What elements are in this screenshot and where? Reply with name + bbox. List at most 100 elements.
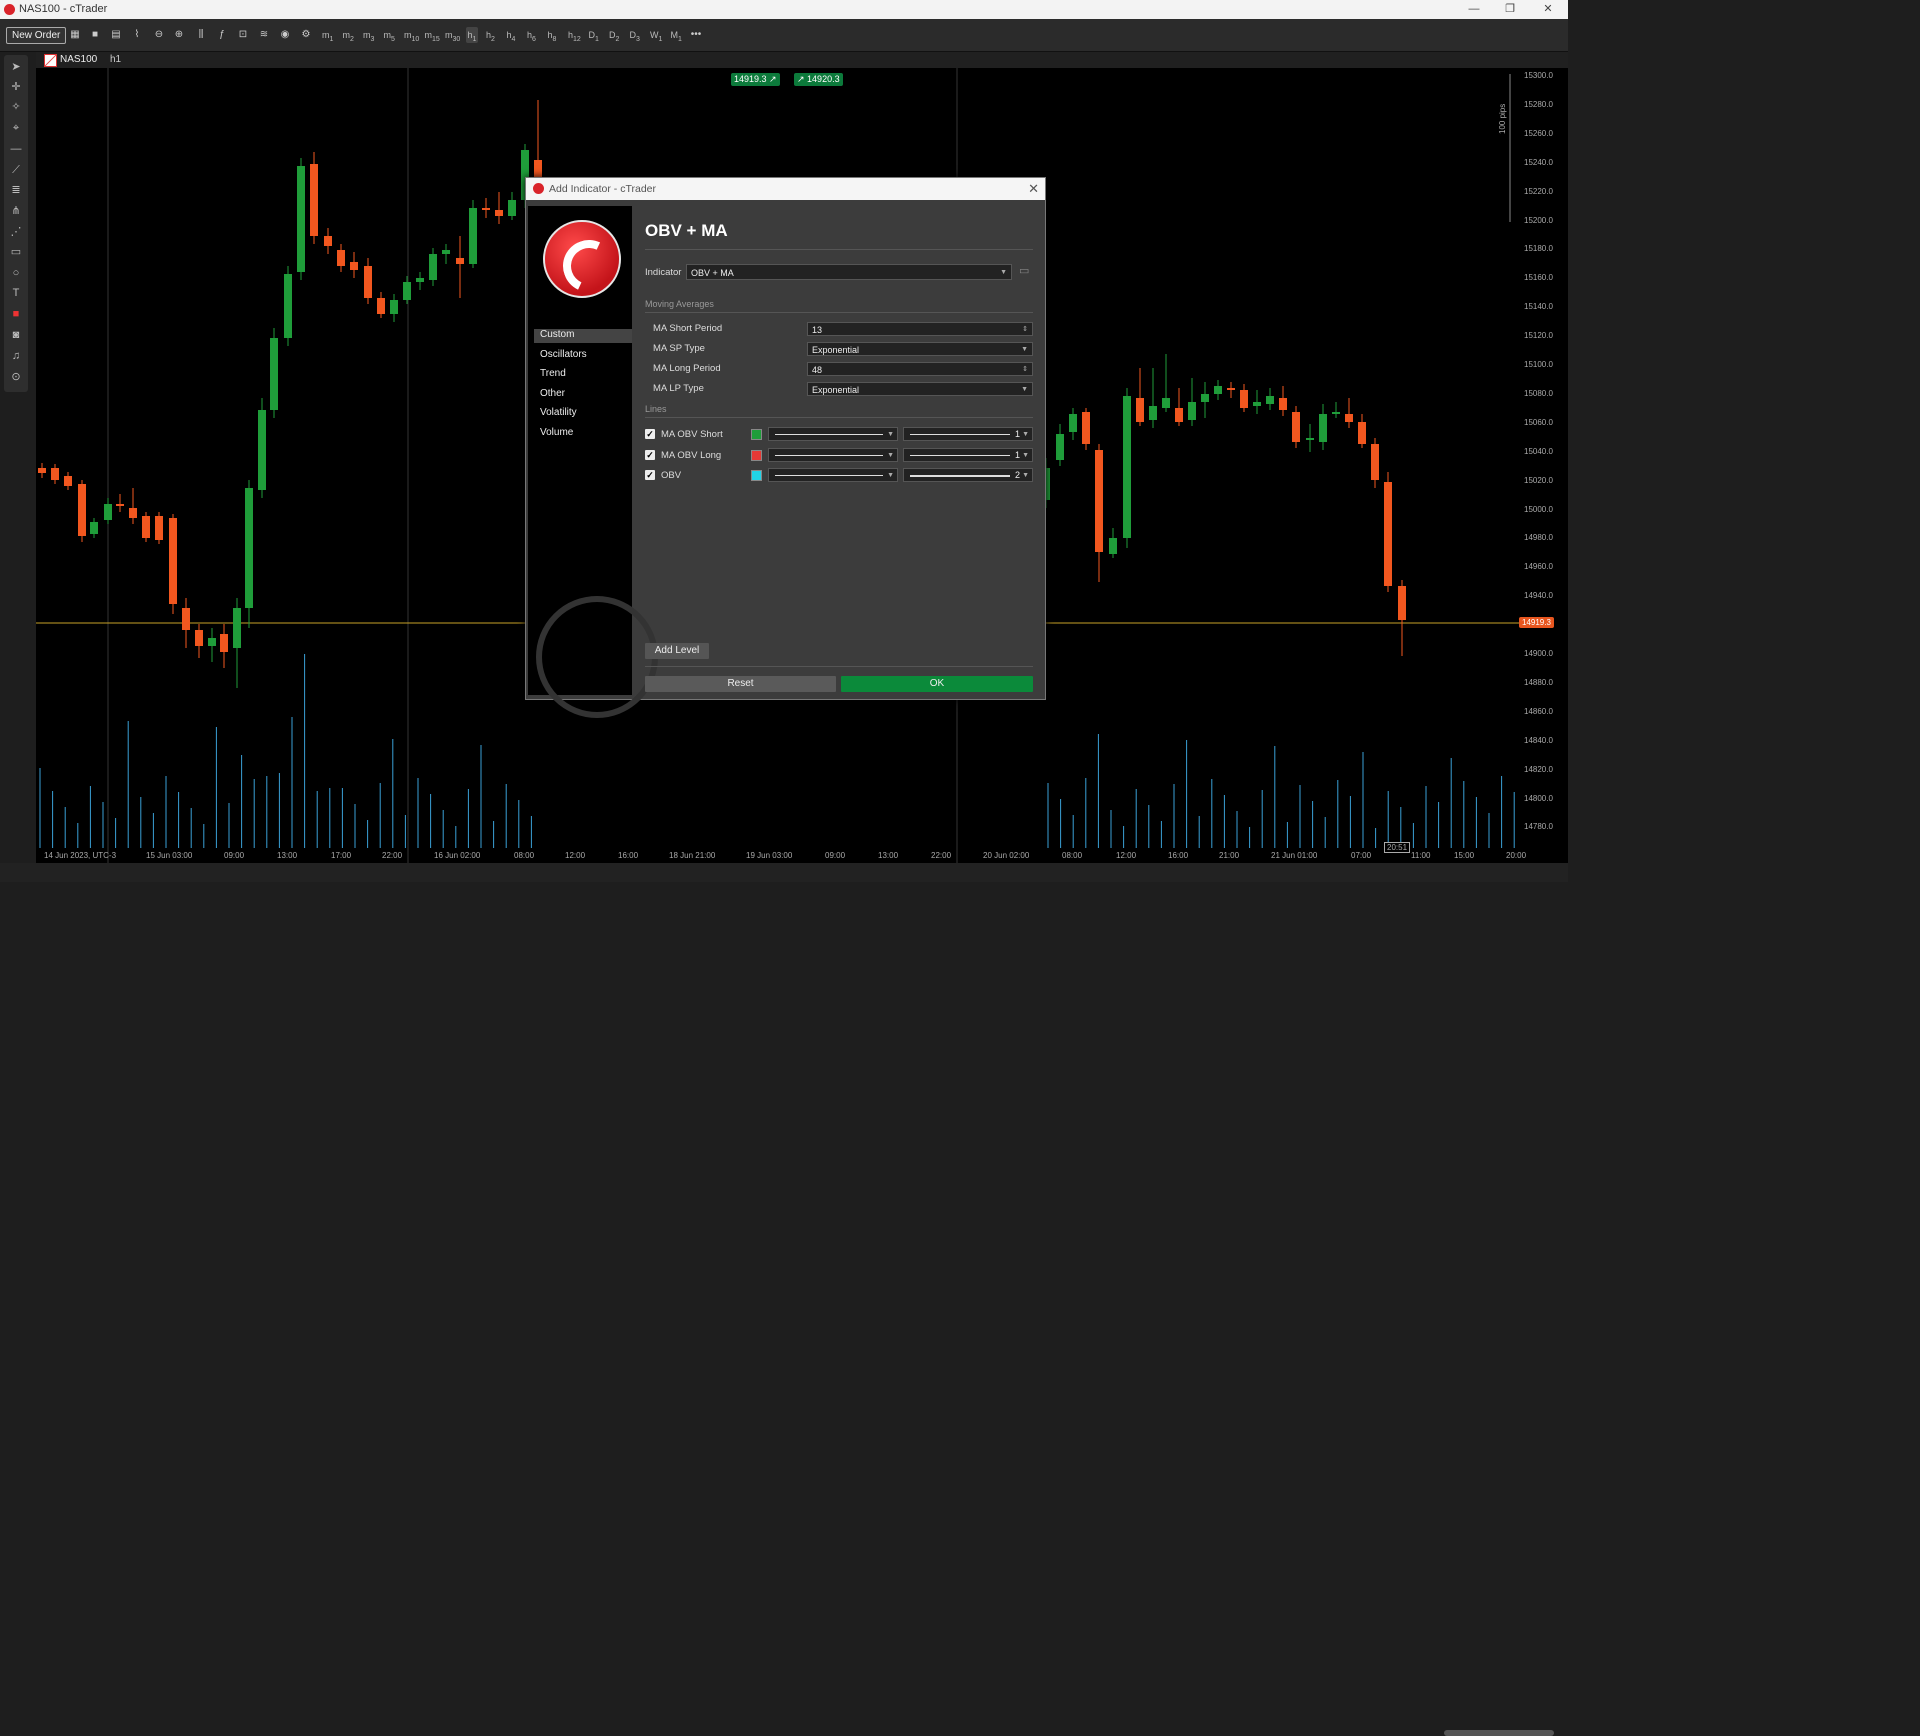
line-color-swatch[interactable] bbox=[751, 429, 762, 440]
horizontal-line-icon[interactable]: — bbox=[4, 140, 28, 158]
param-select[interactable]: Exponential ▼ bbox=[807, 342, 1033, 356]
color-icon[interactable]: ■ bbox=[4, 305, 28, 323]
timeframe-h8[interactable]: h8 bbox=[548, 27, 557, 43]
time-axis[interactable]: 14 Jun 2023, UTC-3 15 Jun 03:00 09:00 13:00… bbox=[36, 842, 1546, 863]
param-number-input[interactable]: 13 ⇕ bbox=[807, 322, 1033, 336]
timeframe-D1[interactable]: D1 bbox=[589, 27, 599, 43]
line-style-select[interactable]: ▼ bbox=[768, 447, 898, 462]
bid-price-tag[interactable]: 14919.3 ↗ bbox=[731, 73, 780, 86]
timeframe-m3[interactable]: m3 bbox=[363, 27, 374, 43]
fibonacci-icon[interactable]: ≣ bbox=[4, 181, 28, 199]
video-help-icon[interactable]: ▭ bbox=[1019, 264, 1029, 277]
camera-icon[interactable]: ◙ bbox=[4, 326, 28, 344]
multi-chart-icon[interactable]: ▤ bbox=[108, 27, 124, 43]
chart-type-icon[interactable]: ⌇ bbox=[129, 27, 145, 43]
timeframe-m1[interactable]: m1 bbox=[322, 27, 333, 43]
category-volatility[interactable]: Volatility bbox=[540, 407, 577, 421]
candle-body bbox=[116, 504, 124, 506]
timeframe-h12[interactable]: h12 bbox=[568, 27, 581, 43]
dialog-titlebar[interactable]: Add Indicator - cTrader ✕ bbox=[526, 178, 1045, 200]
category-other[interactable]: Other bbox=[540, 388, 565, 402]
line-style-preview bbox=[775, 454, 883, 456]
pattern-icon[interactable]: ⋰ bbox=[4, 223, 28, 241]
timeframe-h4[interactable]: h4 bbox=[507, 27, 516, 43]
category-custom[interactable]: Custom bbox=[534, 329, 632, 343]
candles-icon[interactable]: ⫼ bbox=[193, 27, 209, 43]
line-thickness-select[interactable]: 2 ▼ bbox=[903, 468, 1033, 482]
indicator-select[interactable]: OBV + MA ▼ bbox=[686, 264, 1012, 280]
timeframe-h1[interactable]: h1 bbox=[465, 27, 479, 43]
settings-chart-icon[interactable]: ⚙ bbox=[298, 27, 314, 43]
timeframe-D2[interactable]: D2 bbox=[609, 27, 619, 43]
line-visible-checkbox[interactable]: ✓ bbox=[645, 429, 655, 439]
crosshair-icon[interactable]: ✛ bbox=[4, 78, 28, 96]
chart-timeframe-selector[interactable]: h1 bbox=[110, 54, 121, 65]
dialog-close-button[interactable]: ✕ bbox=[1028, 181, 1039, 197]
line-thickness-select[interactable]: 1 ▼ bbox=[903, 427, 1033, 441]
alert-bell-icon[interactable]: ♫ bbox=[4, 347, 28, 365]
price-axis[interactable]: 15300.0 15280.0 15260.0 15240.0 15220.0 15200… bbox=[1522, 68, 1568, 863]
bottom-scrollbar[interactable] bbox=[0, 863, 1568, 1736]
reset-button[interactable]: Reset bbox=[645, 676, 836, 692]
timeframe-M1[interactable]: M1 bbox=[671, 27, 682, 43]
timeframe-D3[interactable]: D3 bbox=[630, 27, 640, 43]
layout-grid-icon[interactable]: ▦ bbox=[67, 27, 83, 43]
automate-icon[interactable]: ⊡ bbox=[235, 27, 251, 43]
param-label: MA SP Type bbox=[653, 343, 705, 354]
ask-price-tag[interactable]: ↗ 14920.3 bbox=[794, 73, 843, 86]
single-chart-icon[interactable]: ■ bbox=[87, 27, 103, 43]
timeframe-m15[interactable]: m15 bbox=[425, 27, 440, 43]
timeframe-W1[interactable]: W1 bbox=[650, 27, 662, 43]
line-style-select[interactable]: ▼ bbox=[768, 427, 898, 441]
category-trend[interactable]: Trend bbox=[540, 368, 566, 382]
minimize-button[interactable]: — bbox=[1466, 2, 1482, 16]
param-select[interactable]: Exponential ▼ bbox=[807, 382, 1033, 396]
line-color-swatch[interactable] bbox=[751, 449, 762, 461]
trend-line-icon[interactable]: ⟋ bbox=[4, 161, 28, 179]
ellipse-icon[interactable]: ○ bbox=[4, 264, 28, 282]
line-thickness-select[interactable]: 1 ▼ bbox=[903, 447, 1033, 462]
pitchfork-icon[interactable]: ⋔ bbox=[4, 202, 28, 220]
zoom-in-icon[interactable]: ⊕ bbox=[171, 27, 187, 43]
text-icon[interactable]: T bbox=[4, 284, 28, 302]
line-visible-checkbox[interactable]: ✓ bbox=[645, 449, 655, 460]
spinner-arrows-icon[interactable]: ⇕ bbox=[1022, 323, 1028, 337]
measure-icon[interactable]: ⌖ bbox=[4, 119, 28, 137]
timeframe-m30[interactable]: m30 bbox=[445, 27, 460, 43]
divider bbox=[645, 312, 1033, 313]
line-color-swatch[interactable] bbox=[751, 470, 762, 481]
timeframe-sub: 4 bbox=[511, 35, 516, 43]
line-style-select[interactable]: ▼ bbox=[768, 468, 898, 482]
cursor-icon[interactable]: ➤ bbox=[4, 58, 28, 76]
category-volume[interactable]: Volume bbox=[540, 427, 573, 441]
layers-icon[interactable]: ≋ bbox=[256, 27, 272, 43]
eye-icon[interactable]: ◉ bbox=[277, 27, 293, 43]
timeframe-m5[interactable]: m5 bbox=[384, 27, 395, 43]
timeframe-m2[interactable]: m2 bbox=[343, 27, 354, 43]
indicator-icon[interactable]: ƒ bbox=[214, 27, 230, 43]
category-oscillators[interactable]: Oscillators bbox=[540, 349, 587, 363]
symbol-selector[interactable]: NAS100 bbox=[60, 54, 97, 65]
param-value: 13 bbox=[812, 325, 823, 335]
rectangle-icon[interactable]: ▭ bbox=[4, 243, 28, 261]
history-icon[interactable]: ⊙ bbox=[4, 368, 28, 386]
timeframe-h2[interactable]: h2 bbox=[486, 27, 495, 43]
timeframe-sub: 5 bbox=[391, 35, 395, 43]
spinner-arrows-icon[interactable]: ⇕ bbox=[1022, 363, 1028, 377]
chevron-down-icon[interactable]: ▼ bbox=[1021, 383, 1028, 397]
restore-button[interactable]: ❐ bbox=[1502, 2, 1518, 16]
price-tick-label: 15140.0 bbox=[1524, 302, 1553, 312]
more-icon[interactable]: ••• bbox=[688, 27, 704, 43]
param-number-input[interactable]: 48 ⇕ bbox=[807, 362, 1033, 376]
scrollbar-thumb[interactable] bbox=[1444, 1730, 1554, 1736]
new-order-button[interactable]: New Order bbox=[6, 27, 67, 44]
ok-button[interactable]: OK bbox=[841, 676, 1033, 692]
add-level-button[interactable]: Add Level bbox=[645, 643, 709, 659]
close-window-button[interactable]: ✕ bbox=[1540, 2, 1556, 16]
magnet-icon[interactable]: ✧ bbox=[4, 98, 28, 116]
timeframe-m10[interactable]: m10 bbox=[404, 27, 419, 43]
zoom-out-icon[interactable]: ⊖ bbox=[151, 27, 167, 43]
line-visible-checkbox[interactable]: ✓ bbox=[645, 470, 655, 480]
chevron-down-icon[interactable]: ▼ bbox=[1021, 343, 1028, 357]
timeframe-h6[interactable]: h6 bbox=[527, 27, 536, 43]
